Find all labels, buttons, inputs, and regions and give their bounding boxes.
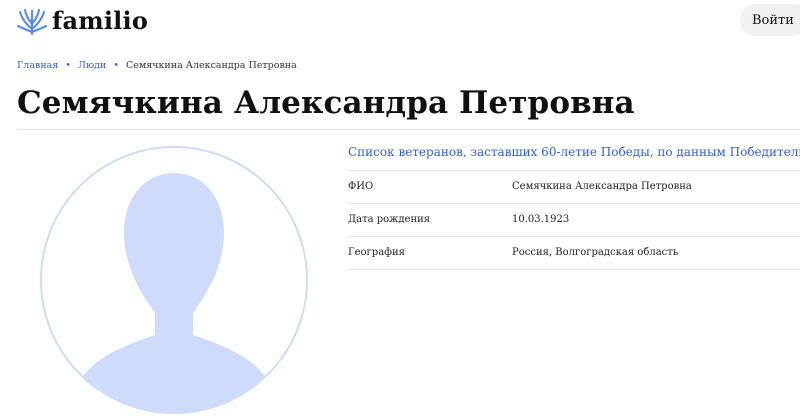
avatar [39, 145, 309, 418]
breadcrumb-separator: • [113, 60, 119, 71]
tree-logo-icon [17, 8, 47, 35]
detail-row-name: ФИО Семячкина Александра Петровна [348, 171, 800, 204]
logo-text: familio [52, 6, 149, 35]
detail-label: Дата рождения [348, 214, 431, 225]
detail-row-geography: География Россия, Волгоградская область [348, 237, 800, 270]
logo-link[interactable]: familio [17, 6, 148, 35]
person-silhouette-icon [40, 146, 308, 414]
detail-value: Россия, Волгоградская область [512, 247, 679, 258]
site-header: familio Войти [0, 0, 800, 44]
breadcrumb-current: Семячкина Александра Петровна [125, 60, 297, 71]
detail-value: 10.03.1923 [512, 214, 570, 225]
login-button[interactable]: Войти [740, 4, 800, 36]
breadcrumb-home-link[interactable]: Главная [17, 60, 58, 71]
title-divider [17, 129, 800, 130]
page-title: Семячкина Александра Петровна [17, 85, 635, 121]
detail-label: География [348, 247, 405, 258]
breadcrumb-separator: • [65, 60, 71, 71]
detail-row-birthdate: Дата рождения 10.03.1923 [348, 204, 800, 237]
breadcrumb: Главная • Люди • Семячкина Александра Пе… [17, 60, 297, 71]
detail-label: ФИО [348, 181, 374, 192]
source-list-link[interactable]: Список ветеранов, заставших 60-летие Поб… [348, 145, 800, 159]
breadcrumb-people-link[interactable]: Люди [78, 60, 106, 71]
detail-value: Семячкина Александра Петровна [512, 181, 692, 192]
record-details-table: ФИО Семячкина Александра Петровна Дата р… [348, 170, 800, 270]
